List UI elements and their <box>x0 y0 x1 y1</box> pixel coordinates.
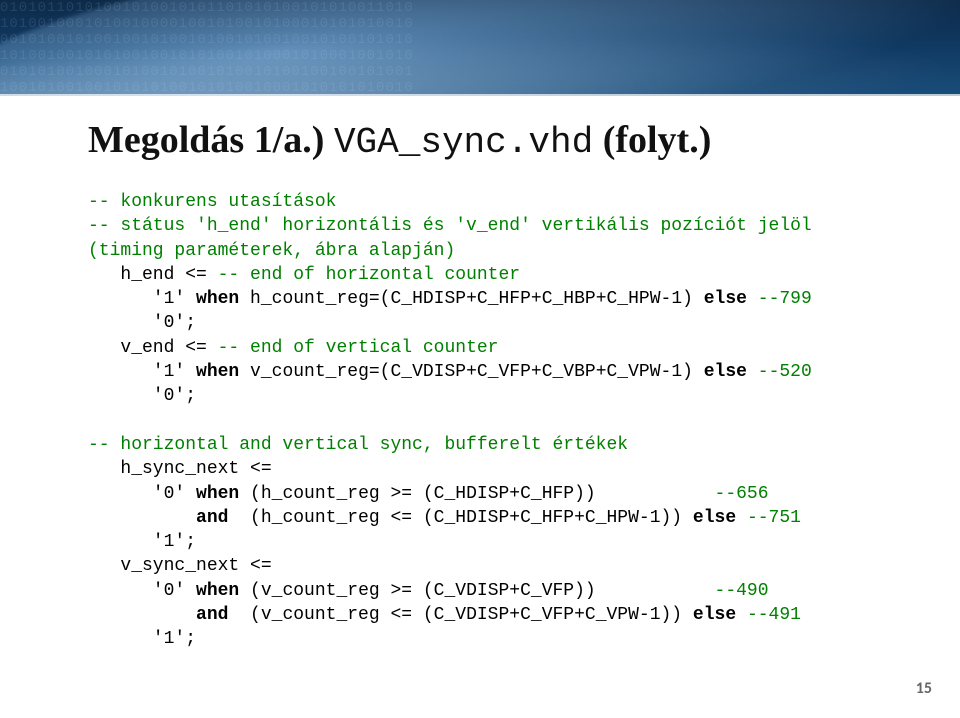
keyword-else-3: else <box>693 508 736 528</box>
code-line-12b: (h_count_reg >= (C_HDISP+C_HFP)) <box>239 484 714 504</box>
code-line-16c: --490 <box>715 581 769 601</box>
code-line-13c <box>736 508 747 528</box>
code-line-17d: --491 <box>747 605 801 625</box>
code-line-12c: --656 <box>715 484 769 504</box>
keyword-when-3: when <box>196 484 239 504</box>
keyword-else-1: else <box>704 289 747 309</box>
keyword-else-2: else <box>704 362 747 382</box>
slide-root: 0101011010100101001010110101010010101001… <box>0 0 960 718</box>
code-line-7a: v_end <= <box>88 338 218 358</box>
code-line-13b: (h_count_reg <= (C_HDISP+C_HFP+C_HPW-1)) <box>228 508 692 528</box>
code-line-3: (timing paraméterek, ábra alapján) <box>88 241 455 261</box>
code-line-2: -- státus 'h_end' horizontális és 'v_end… <box>88 216 812 236</box>
code-line-12a: '0' <box>88 484 196 504</box>
code-line-1: -- konkurens utasítások <box>88 192 336 212</box>
code-line-17a <box>88 605 196 625</box>
code-line-13d: --751 <box>747 508 801 528</box>
code-block: -- konkurens utasítások -- státus 'h_end… <box>88 190 900 652</box>
title-filename: VGA_sync.vhd <box>334 122 593 163</box>
header-banner: 0101011010100101001010110101010010101001… <box>0 0 960 96</box>
code-line-18: '1'; <box>88 629 196 649</box>
title-prefix: Megoldás 1/a.) <box>88 119 334 161</box>
content-area: Megoldás 1/a.) VGA_sync.vhd (folyt.) -- … <box>0 96 960 718</box>
keyword-when-4: when <box>196 581 239 601</box>
title-suffix: (folyt.) <box>593 119 711 161</box>
code-line-17c <box>736 605 747 625</box>
code-line-8d: --520 <box>758 362 812 382</box>
keyword-when-1: when <box>196 289 239 309</box>
code-line-5b: h_count_reg=(C_HDISP+C_HFP+C_HBP+C_HPW-1… <box>239 289 703 309</box>
keyword-and-2: and <box>196 605 228 625</box>
keyword-when-2: when <box>196 362 239 382</box>
code-line-8a: '1' <box>88 362 196 382</box>
code-line-8c <box>747 362 758 382</box>
code-line-15: v_sync_next <= <box>88 556 272 576</box>
code-line-17b: (v_count_reg <= (C_VDISP+C_VFP+C_VPW-1)) <box>228 605 692 625</box>
code-line-11: h_sync_next <= <box>88 459 272 479</box>
code-line-13a <box>88 508 196 528</box>
code-line-4b: -- end of horizontal counter <box>218 265 520 285</box>
page-number: 15 <box>916 679 932 698</box>
code-line-8b: v_count_reg=(C_VDISP+C_VFP+C_VBP+C_VPW-1… <box>239 362 703 382</box>
keyword-and-1: and <box>196 508 228 528</box>
code-line-4a: h_end <= <box>88 265 218 285</box>
code-line-7b: -- end of vertical counter <box>218 338 499 358</box>
code-line-9: '0'; <box>88 386 196 406</box>
code-line-5c <box>747 289 758 309</box>
code-line-5a: '1' <box>88 289 196 309</box>
code-line-16b: (v_count_reg >= (C_VDISP+C_VFP)) <box>239 581 714 601</box>
code-line-16a: '0' <box>88 581 196 601</box>
code-line-5d: --799 <box>758 289 812 309</box>
slide-title: Megoldás 1/a.) VGA_sync.vhd (folyt.) <box>88 118 711 163</box>
code-line-14: '1'; <box>88 532 196 552</box>
code-line-10: -- horizontal and vertical sync, buffere… <box>88 435 628 455</box>
keyword-else-4: else <box>693 605 736 625</box>
code-line-6: '0'; <box>88 313 196 333</box>
